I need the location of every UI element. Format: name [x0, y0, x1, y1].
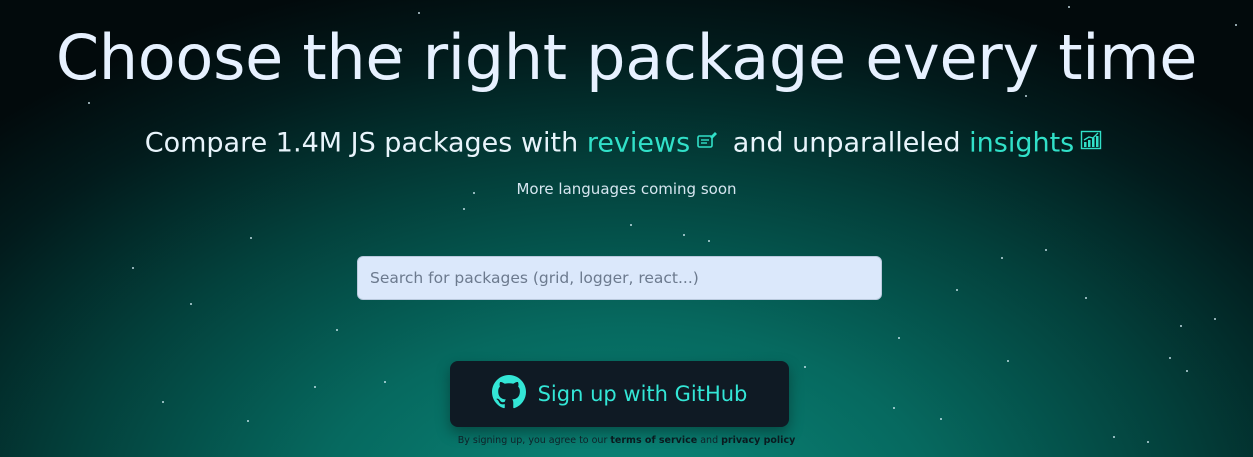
- chart-increasing-icon: [1080, 122, 1102, 162]
- github-button-label: Sign up with GitHub: [537, 382, 748, 406]
- legal-middle: and: [697, 435, 722, 446]
- subtitle-prefix: Compare 1.4M JS packages with: [144, 127, 587, 159]
- github-icon: [491, 374, 526, 414]
- reviews-highlight: reviews: [586, 127, 691, 159]
- languages-note: More languages coming soon: [516, 180, 737, 198]
- signup-legal-text: By signing up, you agree to our terms of…: [0, 434, 1253, 448]
- insights-highlight: insights: [969, 127, 1075, 159]
- hero-title: Choose the right package every time: [55, 21, 1198, 94]
- thumbs-up-pencil-icon: [696, 122, 718, 162]
- github-signup-button[interactable]: Sign up with GitHub: [450, 361, 789, 427]
- privacy-policy-link[interactable]: privacy policy: [721, 435, 795, 446]
- terms-of-service-link[interactable]: terms of service: [610, 435, 697, 446]
- package-search-input[interactable]: [357, 256, 882, 300]
- legal-prefix: By signing up, you agree to our: [457, 435, 611, 446]
- subtitle-middle: and unparalleled: [724, 127, 970, 159]
- hero-subtitle: Compare 1.4M JS packages with reviews an…: [0, 122, 1253, 166]
